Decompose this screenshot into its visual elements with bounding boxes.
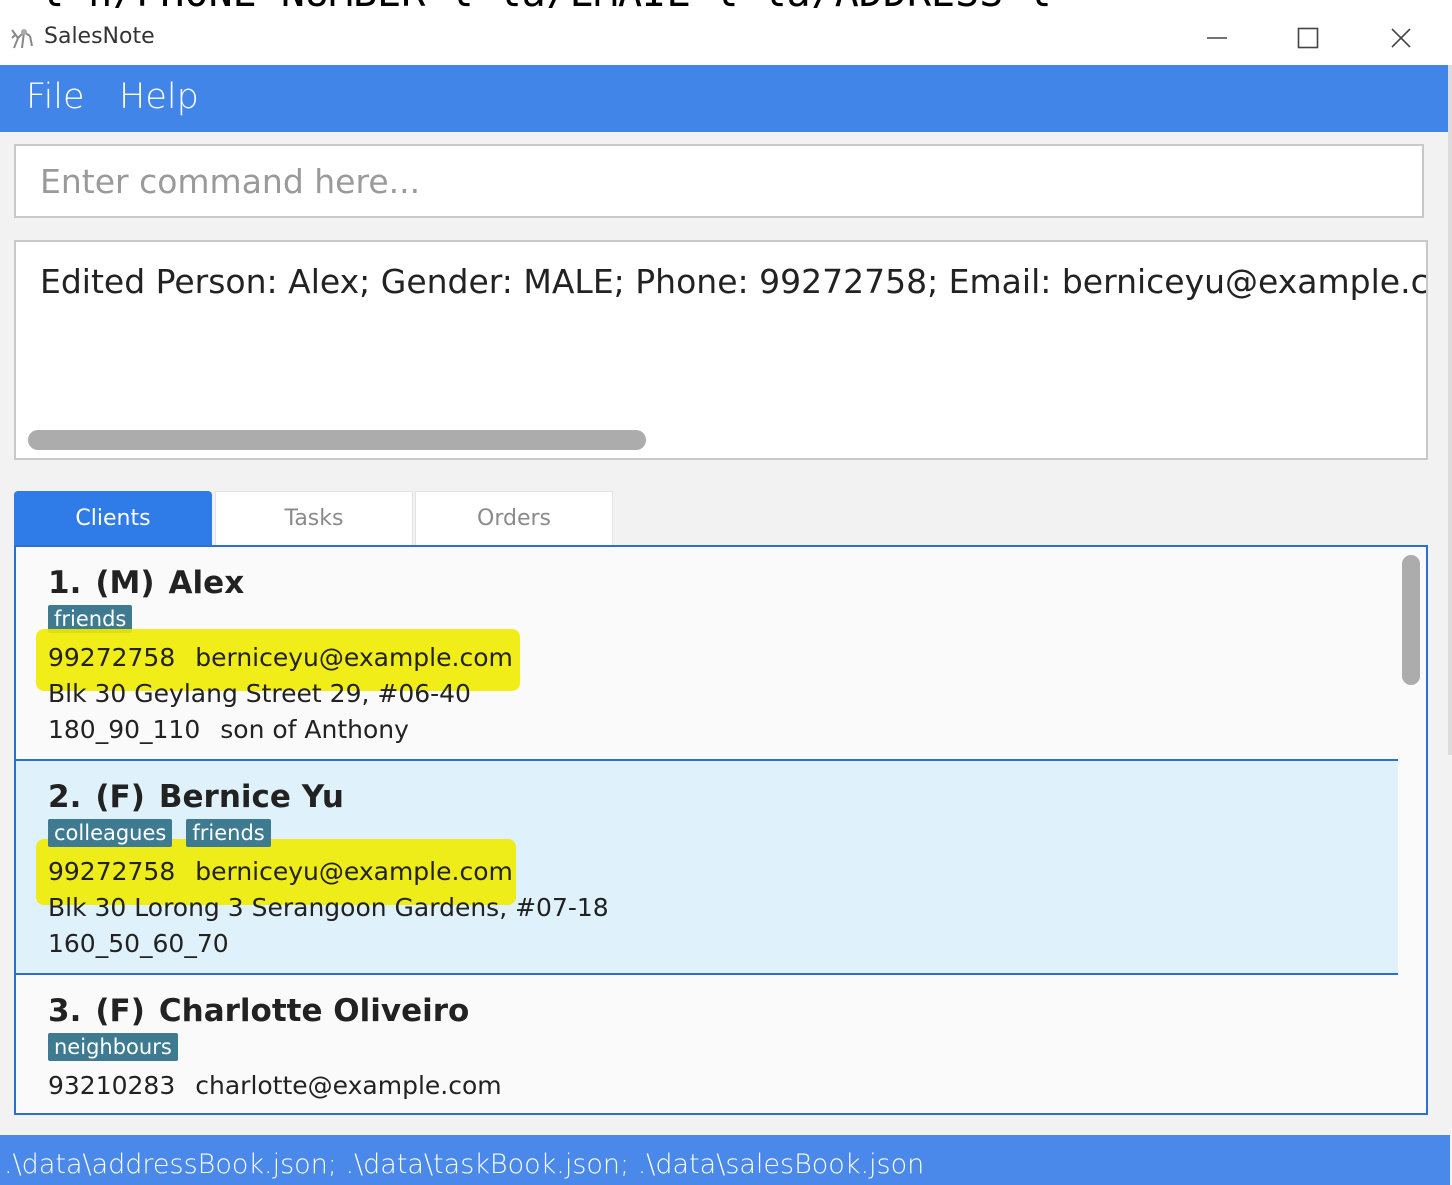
client-name: Bernice Yu [158, 779, 344, 815]
client-sizes: 180_90_110 [48, 715, 201, 744]
close-button[interactable] [1378, 16, 1424, 60]
client-email: charlotte@example.com [195, 1071, 502, 1100]
result-display: Edited Person: Alex; Gender: MALE; Phone… [14, 240, 1428, 460]
menu-help[interactable]: Help [119, 77, 199, 117]
tag-list: colleagues friends [48, 819, 271, 847]
client-index: 3. [48, 993, 82, 1029]
client-remark: son of Anthony [220, 715, 409, 744]
status-text: .\data\addressBook.json; .\data\taskBook… [4, 1149, 925, 1180]
client-index: 2. [48, 779, 82, 815]
status-bar: .\data\addressBook.json; .\data\taskBook… [0, 1135, 1450, 1185]
client-name: Alex [168, 565, 245, 601]
client-title: 2. (F) Bernice Yu [48, 779, 358, 815]
menu-bar: File Help [0, 65, 1450, 132]
tab-clients[interactable]: Clients [14, 491, 212, 545]
client-list: 1. (M) Alex friends 99272758 berniceyu@exam… [14, 545, 1428, 1115]
client-details: 180_90_110 son of Anthony [48, 715, 409, 744]
client-phone: 99272758 [48, 857, 176, 886]
vertical-scrollbar[interactable] [1402, 555, 1420, 685]
client-gender: (F) [95, 779, 145, 815]
minimize-button[interactable] [1194, 16, 1240, 60]
client-index: 1. [48, 565, 82, 601]
client-title: 3. (F) Charlotte Oliveiro [48, 993, 483, 1029]
command-box [14, 144, 1424, 218]
tag: colleagues [48, 819, 173, 847]
menu-file[interactable]: File [26, 77, 85, 117]
client-address: Blk 30 Lorong 3 Serangoon Gardens, #07-1… [48, 893, 609, 922]
app-icon [11, 29, 33, 49]
tag-list: neighbours [48, 1033, 178, 1061]
client-name: Charlotte Oliveiro [158, 993, 470, 1029]
tag: friends [186, 819, 271, 847]
client-email: berniceyu@example.com [195, 857, 513, 886]
client-phone: 93210283 [48, 1071, 176, 1100]
client-sizes: 160_50_60_70 [48, 929, 229, 958]
client-card[interactable]: 1. (M) Alex friends 99272758 berniceyu@exam… [16, 547, 1398, 761]
client-card[interactable]: 3. (F) Charlotte Oliveiro neighbours 93210… [16, 975, 1398, 1113]
client-address: Blk 30 Geylang Street 29, #06-40 [48, 679, 471, 708]
client-title: 1. (M) Alex [48, 565, 258, 601]
window-title: SalesNote [44, 24, 155, 49]
close-icon [1391, 28, 1411, 48]
minimize-icon [1207, 37, 1227, 39]
maximize-icon [1297, 27, 1319, 49]
client-contact: 99272758 berniceyu@example.com [48, 643, 513, 672]
horizontal-scrollbar[interactable] [28, 430, 646, 450]
window-edge [1448, 65, 1452, 755]
title-bar: SalesNote [0, 8, 1452, 65]
tab-tasks[interactable]: Tasks [215, 491, 413, 545]
client-gender: (F) [95, 993, 145, 1029]
tag: neighbours [48, 1033, 178, 1061]
background-command-text: l n/PHONE_NUMBER l la/EMAIL l la/ADDRESS… [40, 0, 1051, 8]
background-terminal-text: l n/PHONE_NUMBER l la/EMAIL l la/ADDRESS… [0, 0, 1452, 8]
client-contact: 99272758 berniceyu@example.com [48, 857, 513, 886]
client-contact: 93210283 charlotte@example.com [48, 1071, 502, 1100]
tab-orders[interactable]: Orders [415, 491, 613, 545]
result-text: Edited Person: Alex; Gender: MALE; Phone… [40, 262, 1428, 301]
maximize-button[interactable] [1285, 16, 1331, 60]
client-phone: 99272758 [48, 643, 176, 672]
command-input[interactable] [16, 146, 1422, 216]
client-gender: (M) [95, 565, 155, 601]
client-card-selected[interactable]: 2. (F) Bernice Yu colleagues friends 99272… [16, 761, 1398, 975]
client-email: berniceyu@example.com [195, 643, 513, 672]
